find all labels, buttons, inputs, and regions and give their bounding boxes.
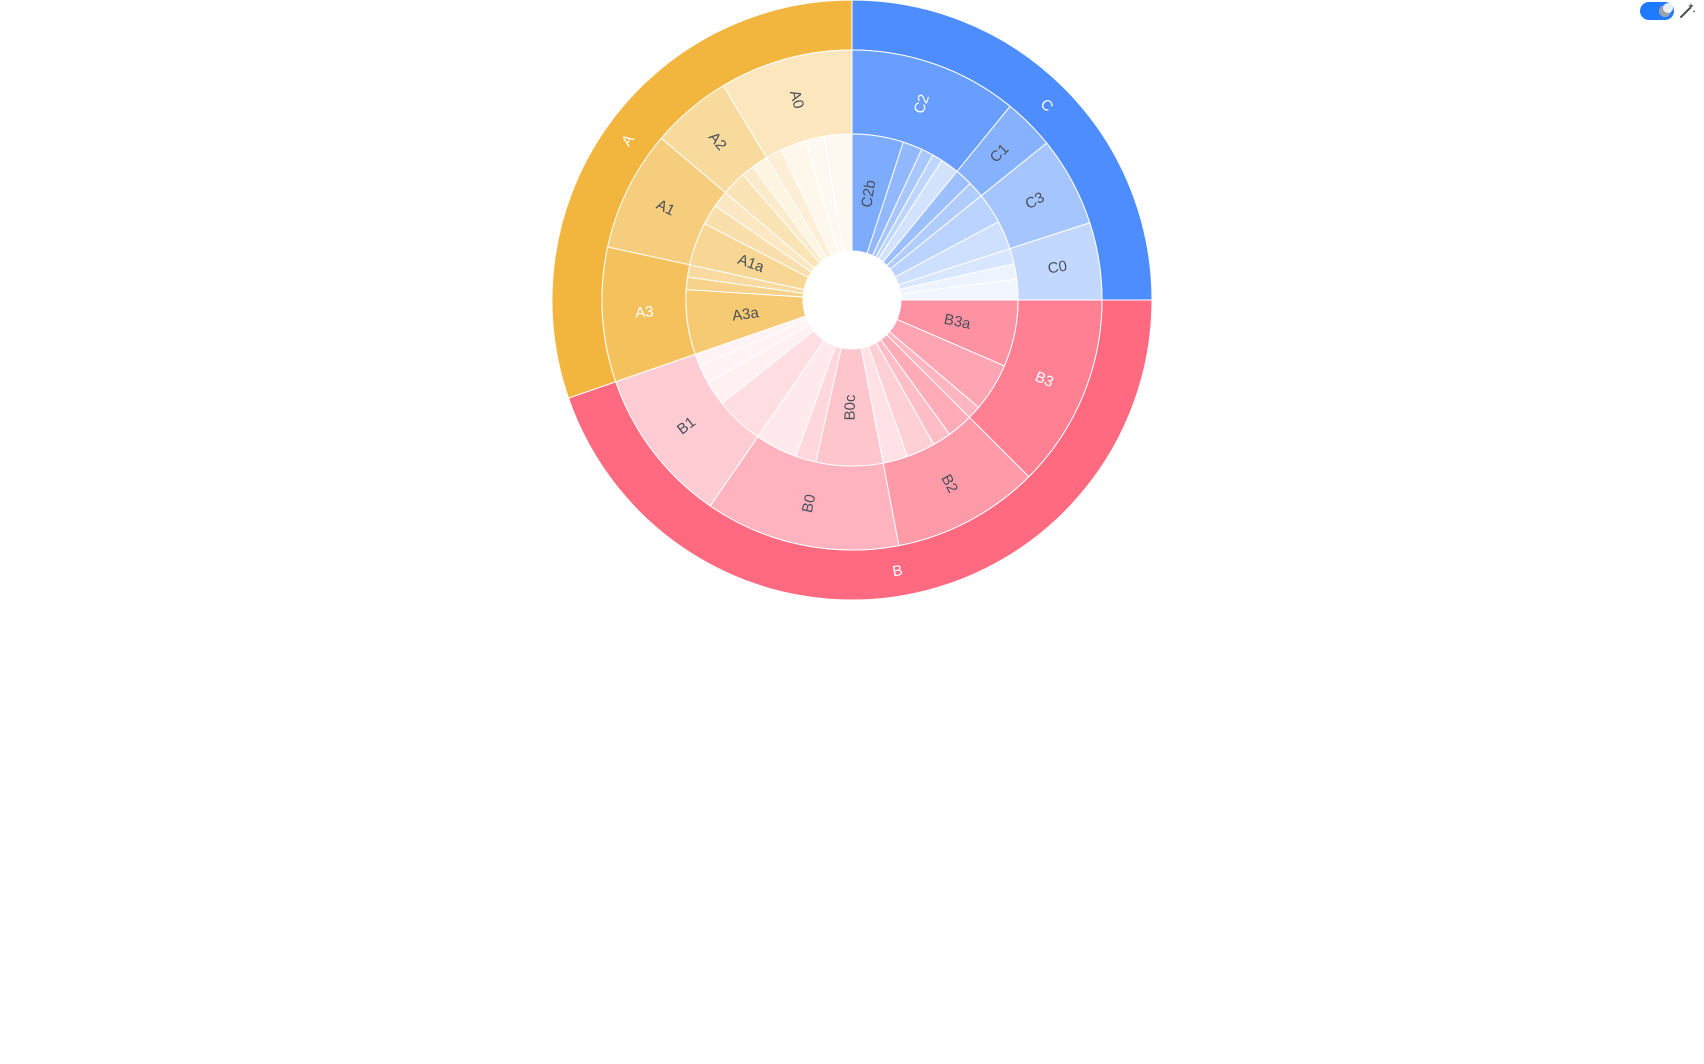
segment-label-c0: C0 bbox=[1047, 258, 1069, 278]
segment-label-a3a: A3a bbox=[731, 304, 760, 325]
magic-wand-icon[interactable] bbox=[1678, 2, 1696, 20]
toolbar bbox=[1640, 0, 1696, 22]
sunburst-chart: CC2C2bC1C3C0BB3B3aB2B0B0cB1AA3 A3aA1A1aA2… bbox=[551, 0, 1153, 601]
segment-label-a3: A3 bbox=[635, 303, 654, 321]
segment-label-b0c: B0c bbox=[842, 394, 859, 421]
theme-toggle[interactable] bbox=[1640, 2, 1674, 20]
